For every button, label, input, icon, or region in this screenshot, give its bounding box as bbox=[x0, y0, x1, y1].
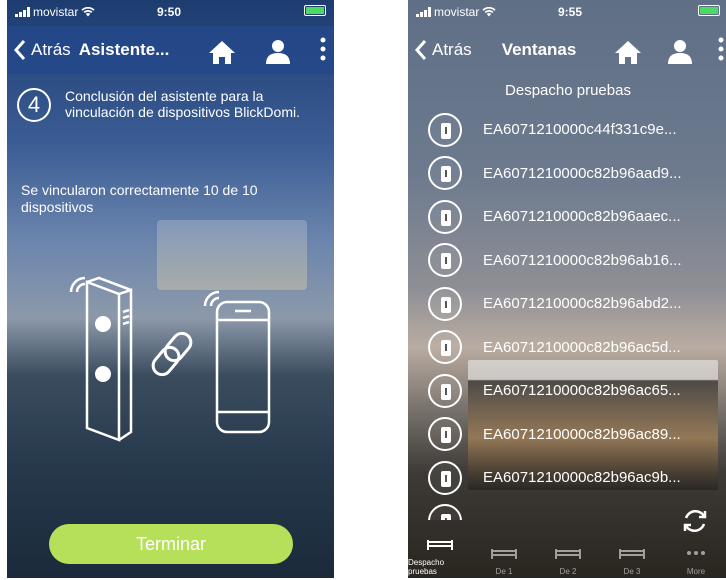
kebab-menu-icon[interactable] bbox=[718, 36, 724, 67]
wizard-screen: movistar 9:50 Atrás Asistente... 4 Concl… bbox=[7, 0, 334, 578]
wifi-signal-icon bbox=[69, 276, 220, 307]
remote-control-icon bbox=[428, 504, 462, 520]
page-title: Ventanas bbox=[501, 40, 577, 59]
remote-control-icon bbox=[428, 373, 462, 408]
status-bar: movistar 9:50 bbox=[7, 0, 334, 24]
tab-de-1[interactable]: De 1 bbox=[472, 534, 536, 578]
switch-panel-icon bbox=[85, 276, 133, 442]
page-title: Asistente... bbox=[78, 40, 170, 59]
status-bar: movistar 9:55 bbox=[408, 0, 726, 24]
step-number-badge: 4 bbox=[17, 88, 51, 122]
back-label: Atrás bbox=[432, 40, 472, 59]
list-item[interactable]: EA6071210000c82b96ac5d... bbox=[408, 326, 726, 370]
pairing-result-text: Se vincularon correctamente 10 de 10 dis… bbox=[21, 182, 258, 215]
tab-label: More bbox=[686, 567, 706, 576]
home-icon[interactable] bbox=[614, 39, 642, 65]
list-item[interactable]: EA6071210000c82b96ac65... bbox=[408, 369, 726, 413]
wifi-icon bbox=[81, 7, 95, 17]
list-item[interactable]: EA6071210000c82b96aad9... bbox=[408, 152, 726, 196]
carrier-name: movistar bbox=[33, 5, 79, 19]
list-item[interactable]: EA6071210000c82b96ac9b... bbox=[408, 456, 726, 500]
list-item[interactable]: EA6071210000c82b96ab16... bbox=[408, 239, 726, 283]
wifi-icon bbox=[482, 7, 496, 17]
remote-control-icon bbox=[428, 460, 462, 495]
smartphone-icon bbox=[215, 300, 271, 434]
finish-button[interactable]: Terminar bbox=[49, 524, 293, 564]
device-name: EA6071210000c82b96abd2... bbox=[483, 295, 682, 313]
clock: 9:50 bbox=[157, 5, 182, 19]
room-icon bbox=[491, 549, 517, 559]
device-name: EA6071210000c82b96ac65... bbox=[483, 382, 681, 400]
chevron-left-icon bbox=[414, 40, 427, 60]
devices-screen: movistar 9:55 Atrás Ventanas Despacho pr… bbox=[408, 0, 726, 578]
remote-control-icon bbox=[428, 156, 462, 191]
list-item[interactable]: EA6071210000c82b96abd2... bbox=[408, 282, 726, 326]
back-label: Atrás bbox=[31, 40, 71, 59]
kebab-menu-icon[interactable] bbox=[320, 36, 326, 67]
room-icon bbox=[619, 549, 645, 559]
step-description: Conclusión del asistente para la vincula… bbox=[65, 88, 300, 120]
back-button[interactable]: Atrás bbox=[408, 39, 472, 61]
remote-control-icon bbox=[428, 243, 462, 278]
device-name: EA6071210000c44f331c9e... bbox=[483, 121, 677, 139]
tab-despacho-pruebas[interactable]: Despacho pruebas bbox=[408, 534, 472, 578]
device-pairing-illustration bbox=[69, 276, 271, 442]
device-name: EA6071210000c82b96ac9b... bbox=[483, 469, 681, 487]
tab-label: De 1 bbox=[495, 567, 513, 576]
tab-de-2[interactable]: De 2 bbox=[536, 534, 600, 578]
device-name: EA6071210000c82b96aaec... bbox=[483, 208, 681, 226]
room-title: Despacho pruebas bbox=[505, 82, 631, 99]
carrier-name: movistar bbox=[434, 5, 480, 19]
ellipsis-icon bbox=[687, 551, 705, 555]
navigation-bar: Atrás Ventanas bbox=[408, 26, 726, 74]
device-list[interactable]: EA6071210000c44f331c9e... EA6071210000c8… bbox=[408, 108, 726, 520]
list-item[interactable]: EA6071210000c44f331c9e... bbox=[408, 108, 726, 152]
user-icon[interactable] bbox=[264, 39, 292, 65]
home-icon[interactable] bbox=[208, 39, 236, 65]
room-icon bbox=[555, 549, 581, 559]
remote-control-icon bbox=[428, 286, 462, 321]
tab-de-3[interactable]: De 3 bbox=[600, 534, 664, 578]
tab-label: De 3 bbox=[623, 567, 641, 576]
wizard-step: 4 Conclusión del asistente para la vincu… bbox=[17, 88, 315, 122]
tab-bar: Despacho pruebas De 1 De 2 De 3 More bbox=[408, 534, 726, 578]
navigation-bar: Atrás Asistente... bbox=[7, 26, 334, 74]
remote-control-icon bbox=[428, 417, 462, 452]
list-item[interactable]: EA6071210000c82b96ac89... bbox=[408, 413, 726, 457]
tab-more[interactable]: More bbox=[664, 534, 726, 578]
battery-icon bbox=[698, 5, 720, 16]
device-name: EA6071210000c82b96ac5d... bbox=[483, 338, 681, 356]
battery-icon bbox=[304, 5, 326, 16]
device-name: EA6071210000c82b96aad9... bbox=[483, 164, 682, 182]
tab-label: De 2 bbox=[559, 567, 577, 576]
list-item[interactable] bbox=[408, 500, 726, 520]
device-name: EA6071210000c82b96ab16... bbox=[483, 251, 682, 269]
remote-control-icon bbox=[428, 330, 462, 365]
remote-control-icon bbox=[428, 199, 462, 234]
signal-icon bbox=[15, 7, 30, 17]
room-icon bbox=[427, 540, 453, 550]
signal-icon bbox=[416, 7, 431, 17]
remote-control-icon bbox=[428, 112, 462, 147]
back-button[interactable]: Atrás bbox=[7, 39, 71, 61]
clock: 9:55 bbox=[558, 5, 583, 19]
refresh-icon[interactable] bbox=[680, 506, 710, 536]
device-name: EA6071210000c82b96ac89... bbox=[483, 425, 681, 443]
list-item[interactable]: EA6071210000c82b96aaec... bbox=[408, 195, 726, 239]
chevron-left-icon bbox=[13, 40, 26, 60]
link-chain-icon bbox=[151, 331, 193, 377]
user-icon[interactable] bbox=[666, 39, 694, 65]
tab-label: Despacho pruebas bbox=[408, 558, 445, 576]
